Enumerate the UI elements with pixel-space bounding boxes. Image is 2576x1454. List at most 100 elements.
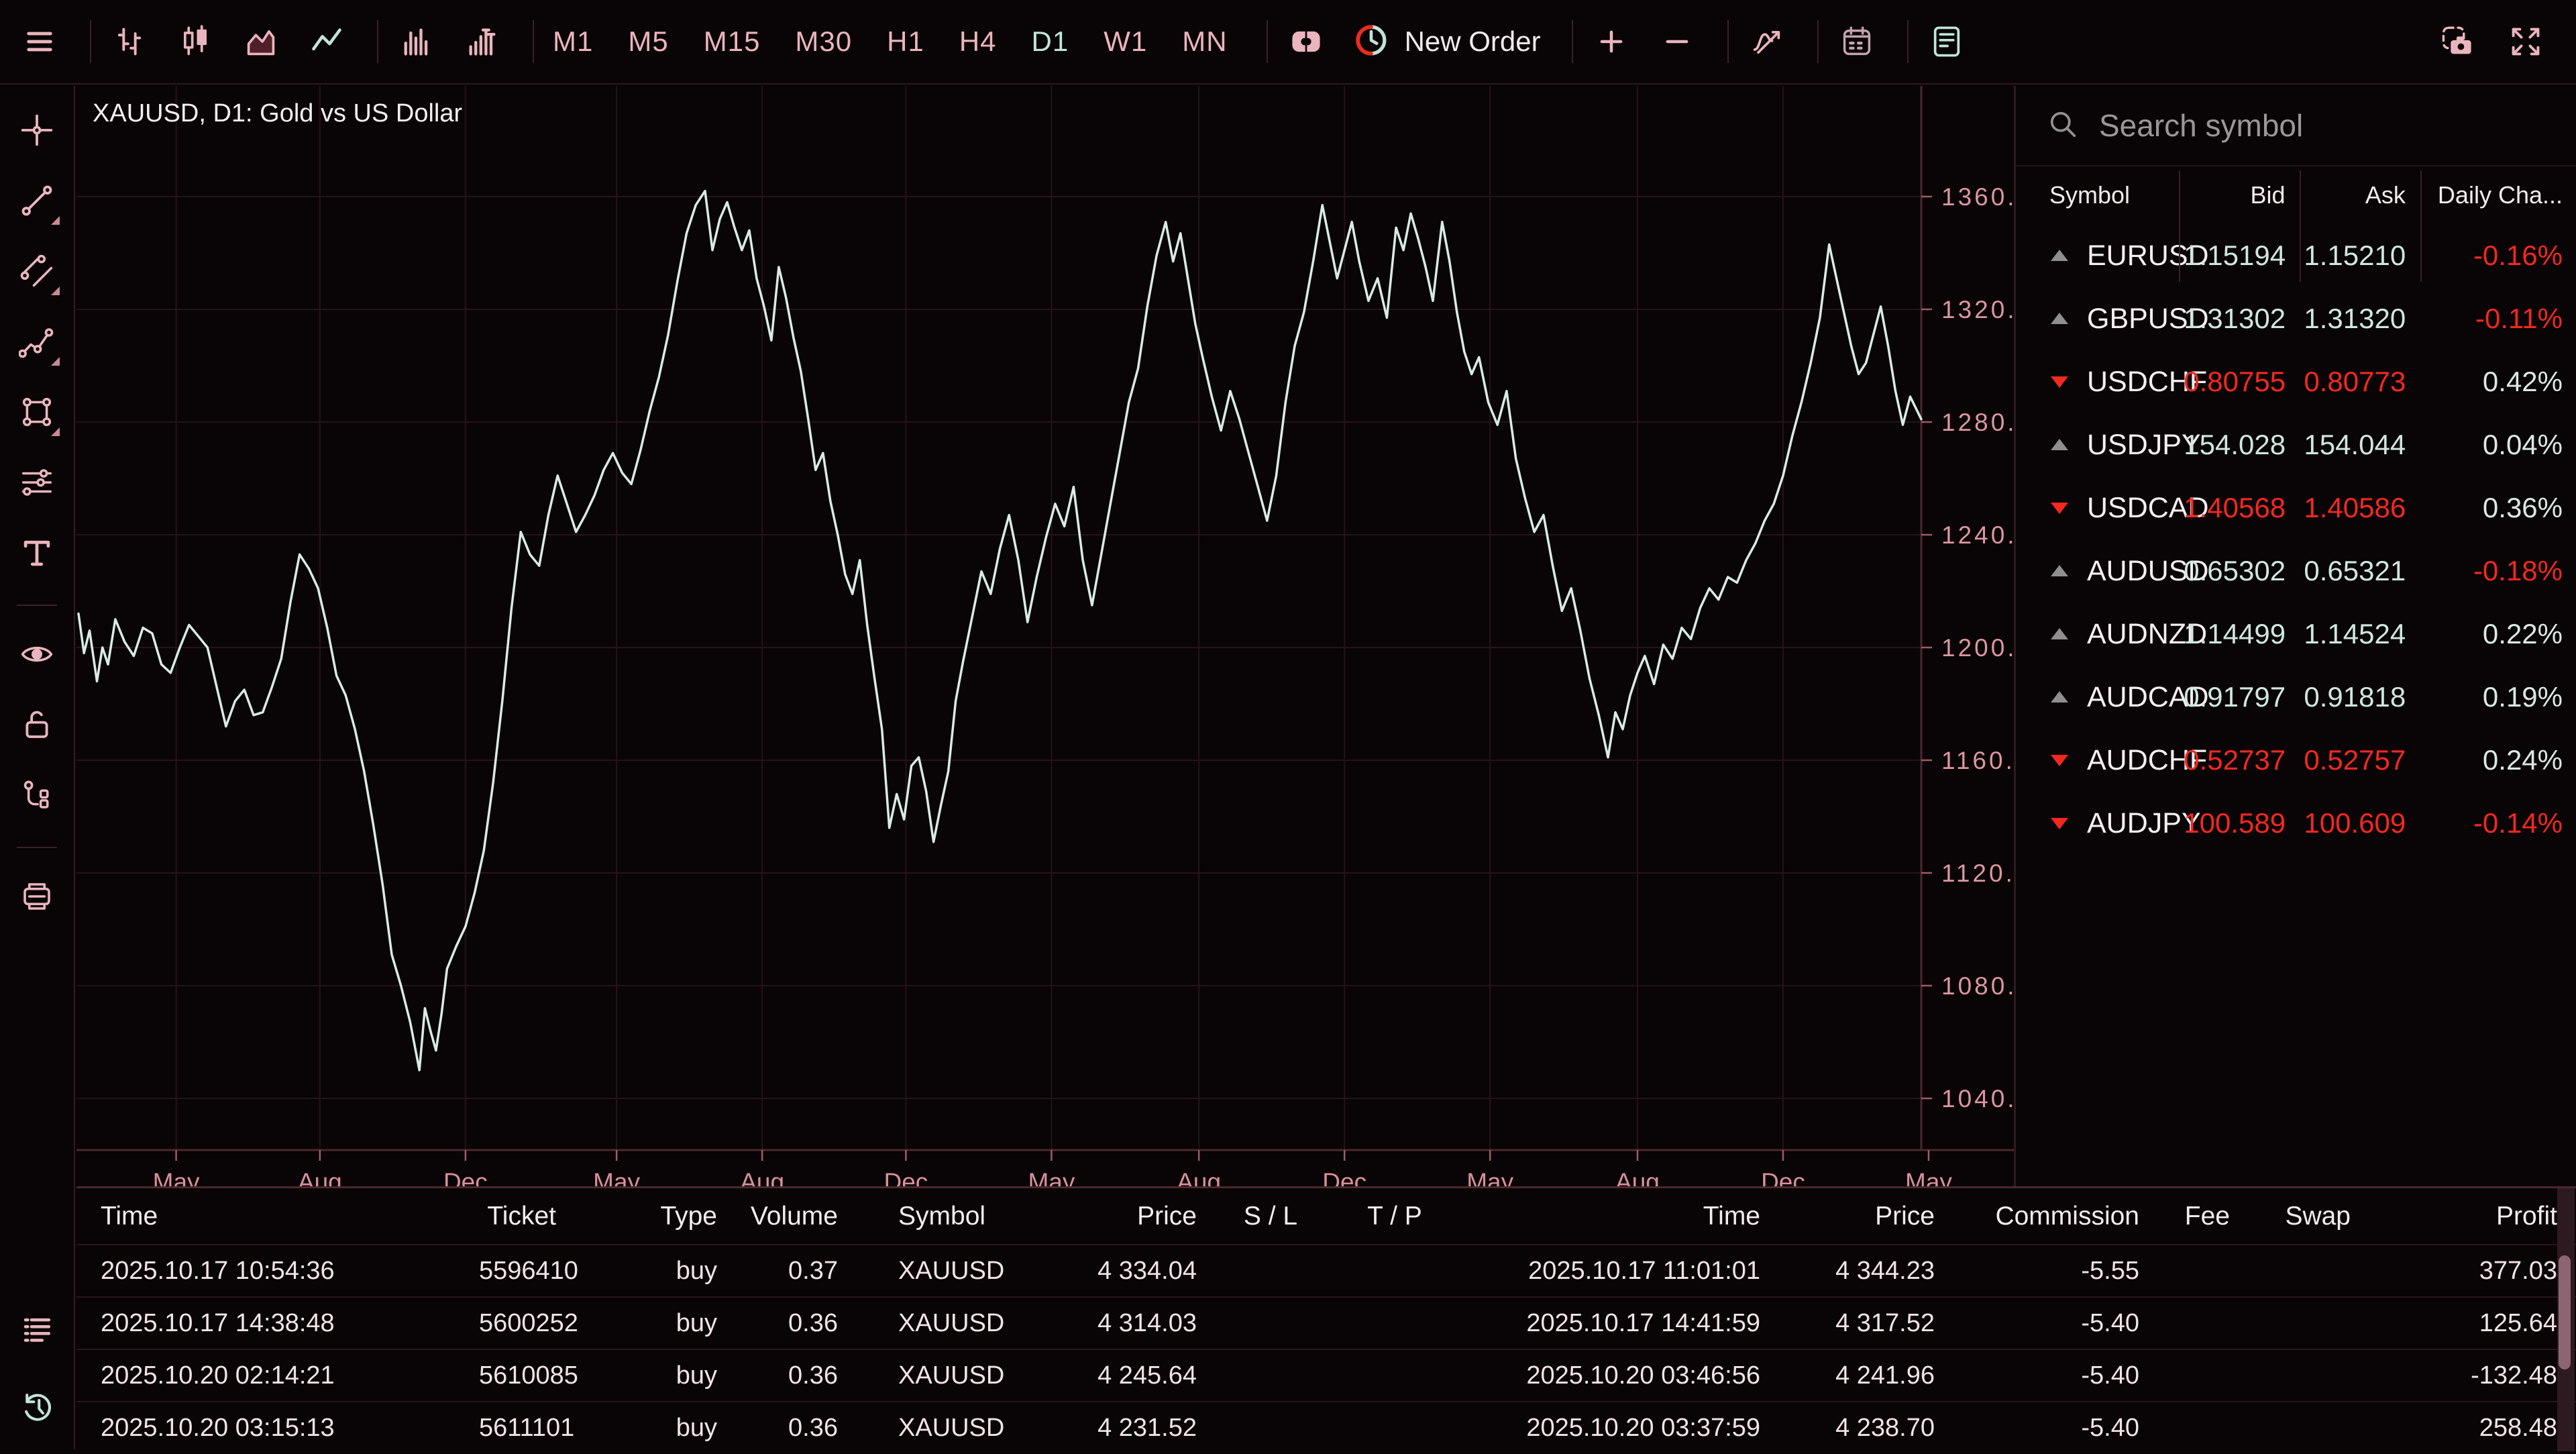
stack-button[interactable]	[13, 874, 61, 922]
menu-button[interactable]	[20, 22, 59, 61]
history-row[interactable]: 2025.10.17 14:38:485600252buy0.36XAUUSD4…	[76, 1297, 2576, 1349]
history-column-time[interactable]: Time	[76, 1188, 479, 1245]
timeframe-h4[interactable]: H4	[959, 25, 997, 58]
history-column-volume[interactable]: Volume	[731, 1188, 851, 1245]
search-input[interactable]	[2099, 107, 2502, 144]
ask-value: 0.52757	[2299, 744, 2419, 776]
timeframe-mn[interactable]: MN	[1182, 25, 1227, 58]
zoom-out-button[interactable]	[1658, 22, 1697, 61]
svg-text:May: May	[153, 1168, 200, 1186]
bars-chart-button[interactable]	[110, 22, 149, 61]
objects-button[interactable]	[13, 772, 61, 821]
price-chart[interactable]: 1360.001320.001280.001240.001200.001160.…	[76, 86, 2014, 1190]
line-chart-button[interactable]	[307, 22, 346, 61]
volumes-button[interactable]	[397, 22, 436, 61]
market-watch-row-audjpy[interactable]: AUDJPY100.589100.609-0.14%	[2016, 792, 2576, 855]
history-column-ticket[interactable]: Ticket	[479, 1188, 570, 1245]
history-cell	[1331, 1349, 1458, 1402]
market-watch-row-usdcad[interactable]: USDCAD1.405681.405860.36%	[2016, 476, 2576, 539]
calendar-button[interactable]	[1837, 22, 1876, 61]
journal-button[interactable]	[1927, 22, 1966, 61]
indicators-button[interactable]	[1748, 22, 1786, 61]
history-column-price[interactable]: Price	[1019, 1188, 1210, 1245]
history-column-s-l[interactable]: S / L	[1210, 1188, 1331, 1245]
history-button[interactable]	[13, 1384, 62, 1432]
zoom-out-icon	[1660, 24, 1695, 59]
eye-button[interactable]	[13, 631, 61, 680]
market-watch-row-usdchf[interactable]: USDCHF0.807550.807730.42%	[2016, 350, 2576, 413]
history-scrollbar-thumb[interactable]	[2559, 1255, 2571, 1369]
timeframe-m15[interactable]: M15	[704, 25, 761, 58]
svg-text:Dec: Dec	[1761, 1168, 1805, 1186]
history-row[interactable]: 2025.10.20 02:14:215610085buy0.36XAUUSD4…	[76, 1349, 2576, 1402]
history-cell: 4 241.96	[1774, 1349, 1948, 1402]
symbol-cell: AUDJPY	[2016, 807, 2179, 840]
market-watch-column-symbol[interactable]: Symbol	[2016, 181, 2178, 209]
screenshot-button[interactable]	[2438, 22, 2477, 61]
history-cell: 5596410	[479, 1245, 570, 1297]
market-watch-row-audusd[interactable]: AUDUSD0.653020.65321-0.18%	[2016, 539, 2576, 603]
market-watch-row-audcad[interactable]: AUDCAD0.917970.918180.19%	[2016, 666, 2576, 729]
history-row[interactable]: 2025.10.17 10:54:365596410buy0.37XAUUSD4…	[76, 1245, 2576, 1297]
tick-volumes-button[interactable]	[463, 22, 502, 61]
history-cell: -5.40	[1948, 1402, 2153, 1454]
history-cell: 5600252	[479, 1297, 570, 1349]
symbol-cell: AUDCAD	[2016, 681, 2179, 714]
market-watch-row-eurusd[interactable]: EURUSD1.151941.15210-0.16%	[2016, 224, 2576, 287]
history-column-commission[interactable]: Commission	[1948, 1188, 2153, 1245]
market-watch-row-audchf[interactable]: AUDCHF0.527370.527570.24%	[2016, 729, 2576, 792]
history-cell	[2243, 1245, 2364, 1297]
history-scrollbar-track[interactable]	[2557, 1188, 2575, 1451]
market-watch-column-ask[interactable]: Ask	[2299, 181, 2419, 209]
tick-up-icon	[2049, 689, 2070, 705]
toolbar-divider	[1907, 20, 1909, 63]
timeframe-h1[interactable]: H1	[887, 25, 924, 58]
timeframe-m1[interactable]: M1	[553, 25, 593, 58]
history-column-t-p[interactable]: T / P	[1331, 1188, 1458, 1245]
history-column-profit[interactable]: Profit	[2364, 1188, 2576, 1245]
history-column-symbol[interactable]: Symbol	[851, 1188, 1019, 1245]
market-watch-column-bid[interactable]: Bid	[2178, 181, 2298, 209]
shapes-button[interactable]	[13, 389, 61, 437]
trade-list-button[interactable]	[13, 1308, 62, 1357]
timeframe-m5[interactable]: M5	[628, 25, 668, 58]
channel-button[interactable]	[13, 248, 61, 297]
chart-area[interactable]: XAUUSD, D1: Gold vs US Dollar 1360.00132…	[76, 86, 2014, 1186]
timeframe-d1[interactable]: D1	[1032, 25, 1069, 58]
history-column-price[interactable]: Price	[1774, 1188, 1948, 1245]
polyline-button[interactable]	[13, 319, 61, 367]
bid-value: 0.52737	[2179, 744, 2299, 776]
ask-value: 0.80773	[2299, 366, 2419, 398]
crosshair-button[interactable]	[13, 107, 61, 156]
symbol-search[interactable]	[2016, 86, 2576, 166]
timeframe-m30[interactable]: M30	[795, 25, 852, 58]
market-watch-row-usdjpy[interactable]: USDJPY154.028154.0440.04%	[2016, 413, 2576, 476]
text-tool-button[interactable]	[13, 530, 61, 578]
unlock-button[interactable]	[13, 702, 61, 750]
history-column-time[interactable]: Time	[1458, 1188, 1774, 1245]
new-order-label: New Order	[1405, 25, 1541, 58]
history-cell	[1331, 1402, 1458, 1454]
zoom-in-button[interactable]	[1592, 22, 1631, 61]
area-chart-button[interactable]	[241, 22, 280, 61]
fullscreen-button[interactable]	[2506, 22, 2545, 61]
market-watch-column-daily-cha-[interactable]: Daily Cha...	[2419, 181, 2576, 209]
fibonacci-icon	[19, 464, 55, 504]
timeframe-w1[interactable]: W1	[1104, 25, 1147, 58]
trendline-button[interactable]	[13, 178, 61, 226]
bid-value: 1.14499	[2179, 618, 2299, 650]
market-watch-row-audnzd[interactable]: AUDNZD1.144991.145240.22%	[2016, 603, 2576, 666]
history-column-type[interactable]: Type	[570, 1188, 731, 1245]
history-column-fee[interactable]: Fee	[2153, 1188, 2243, 1245]
fibonacci-button[interactable]	[13, 460, 61, 508]
history-row[interactable]: 2025.10.20 03:15:135611101buy0.36XAUUSD4…	[76, 1402, 2576, 1454]
history-cell: 2025.10.17 14:38:48	[76, 1297, 479, 1349]
zoom-in-icon	[1594, 24, 1629, 59]
screenshot-icon	[2440, 24, 2475, 59]
market-watch-row-gbpusd[interactable]: GBPUSD1.313021.31320-0.11%	[2016, 287, 2576, 350]
history-column-swap[interactable]: Swap	[2243, 1188, 2364, 1245]
new-order-button[interactable]: New Order	[1352, 21, 1541, 62]
candles-chart-button[interactable]	[176, 22, 215, 61]
quote-tag-button[interactable]	[1287, 22, 1326, 61]
history-cell: buy	[570, 1349, 731, 1402]
